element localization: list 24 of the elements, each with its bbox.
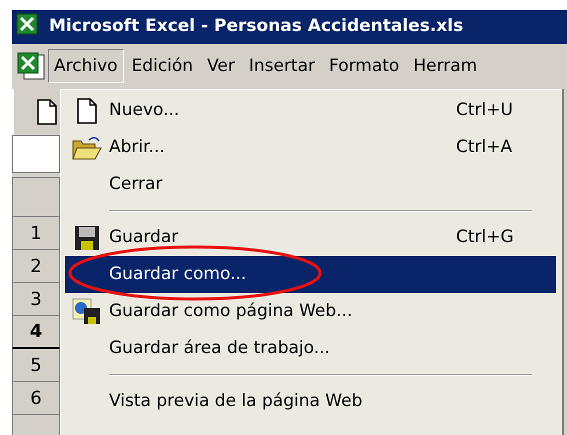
shortcut-label: Ctrl+G	[456, 226, 515, 249]
window-title: Microsoft Excel - Personas Accidentales.xls	[49, 15, 464, 38]
menu-item[interactable]: Guardar como página Web...	[65, 293, 556, 330]
menu-item[interactable]: Vista previa de la página Web	[65, 383, 556, 420]
menu-item[interactable]: Abrir... Ctrl+A	[65, 129, 556, 166]
menu-item[interactable]: Cerrar	[65, 166, 556, 203]
folder-icon	[71, 134, 103, 160]
menu-bar-item[interactable]: Herram	[407, 49, 484, 84]
shortcut-label: Ctrl+A	[456, 136, 514, 159]
menu-bar-item[interactable]: Formato	[323, 49, 406, 84]
menu-bar-item[interactable]: Archivo	[48, 49, 124, 84]
blank-page-icon	[76, 98, 98, 124]
name-box[interactable]	[12, 135, 60, 173]
shortcut-label: Ctrl+U	[456, 98, 514, 122]
menu-item[interactable]: Guardar como...	[65, 256, 556, 293]
menu-item[interactable]: Guardar área de trabajo...	[65, 330, 556, 367]
menu-bar-item[interactable]: Edición	[126, 49, 200, 84]
menu-bar-item[interactable]: Ver	[201, 49, 241, 84]
spreadsheet-document-icon	[16, 51, 46, 82]
menu-item[interactable]: Nuevo... Ctrl+U	[65, 92, 556, 129]
menu-bar-item[interactable]: Insertar	[242, 49, 322, 84]
blank-page-icon	[36, 99, 58, 125]
menu-item[interactable]: Guardar Ctrl+G	[65, 219, 556, 256]
globe-floppy-icon	[72, 298, 102, 326]
